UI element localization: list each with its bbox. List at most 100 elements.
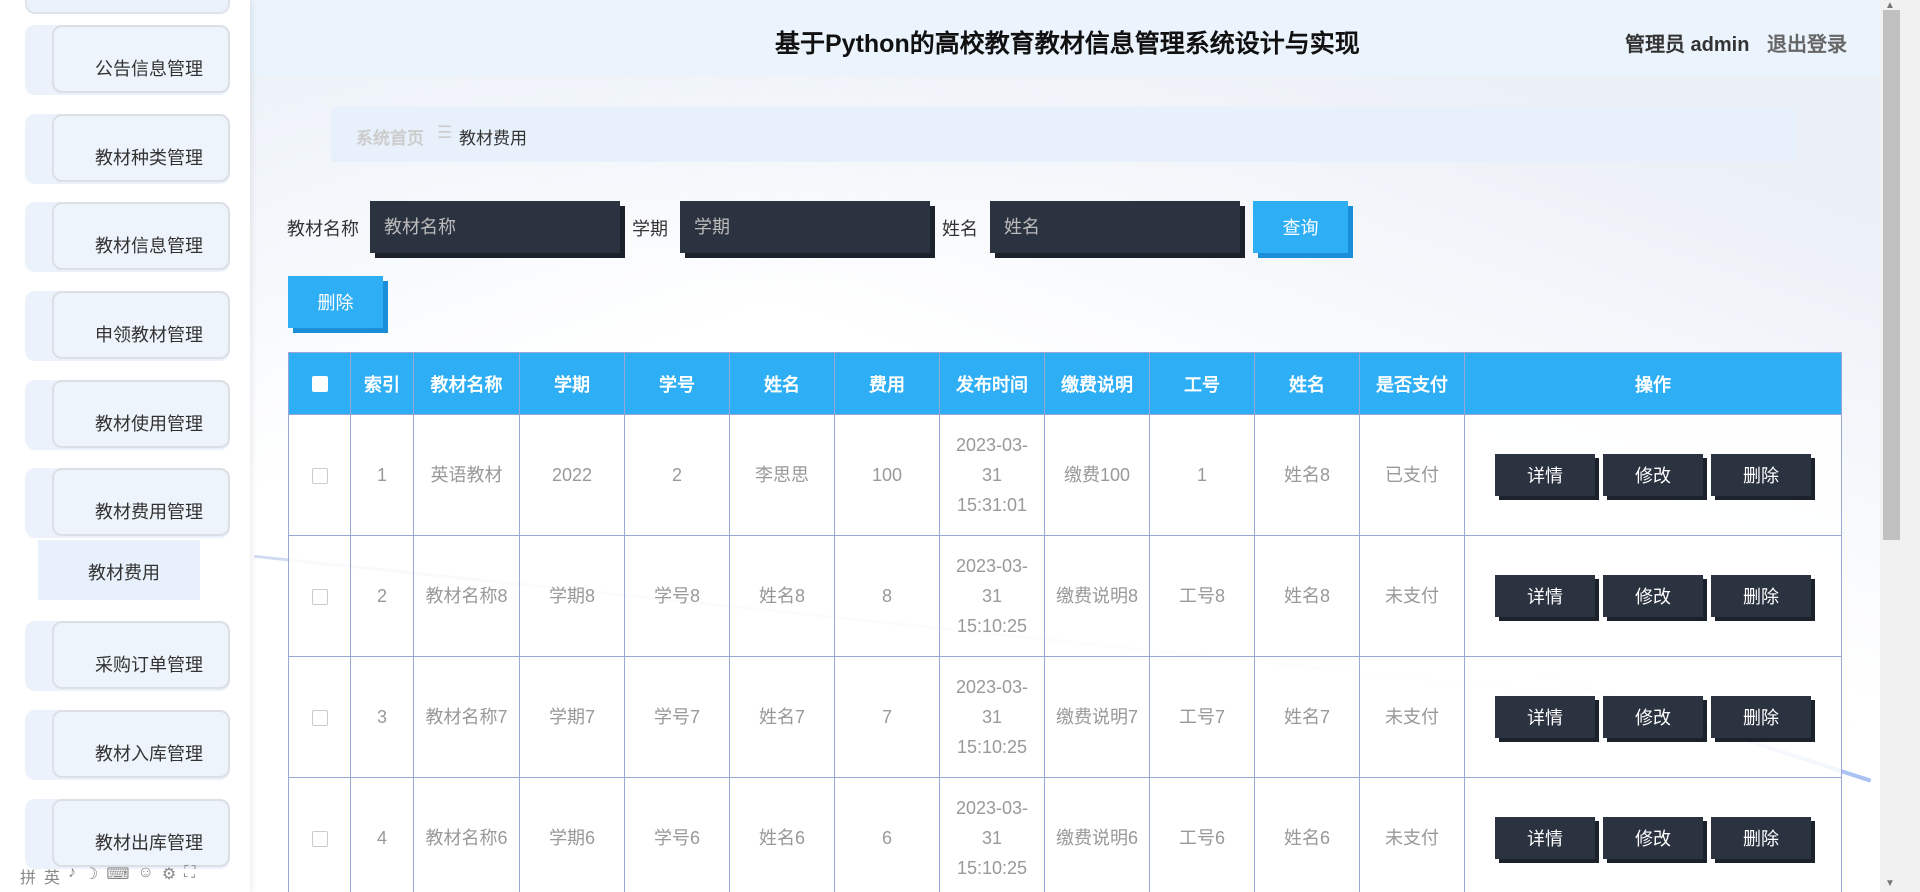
ime-icon[interactable]: ⌨	[106, 864, 129, 886]
detail-button[interactable]: 详情	[1495, 817, 1595, 859]
table-cell: 未支付	[1359, 535, 1465, 657]
column-header: 教材名称	[413, 352, 520, 415]
row-select-cell	[288, 414, 351, 536]
table-cell: 学号8	[624, 535, 730, 657]
row-select-cell	[288, 535, 351, 657]
column-header: 姓名	[729, 352, 835, 415]
table-cell: 未支付	[1359, 656, 1465, 778]
table-cell: 姓名6	[1254, 777, 1360, 892]
table-cell: 8	[834, 535, 940, 657]
ime-icon[interactable]: ⛶	[184, 864, 195, 886]
row-select-cell	[288, 777, 351, 892]
table-cell: 2023-03-31 15:10:25	[939, 535, 1045, 657]
table-cell: 4	[350, 777, 414, 892]
detail-button[interactable]: 详情	[1495, 696, 1595, 738]
delete-row-button[interactable]: 删除	[1711, 575, 1811, 617]
sidebar: 公告信息管理 教材种类管理 教材信息管理申领教材管理 教材使用管理教材费用管理 采购订单…	[0, 0, 250, 892]
table-cell: 1	[1149, 414, 1255, 536]
scrollbar-thumb[interactable]	[1883, 10, 1900, 540]
table-cell: 李思思	[729, 414, 835, 536]
delete-row-button[interactable]: 删除	[1711, 454, 1811, 496]
delete-button[interactable]: 删除	[288, 276, 383, 328]
search-input-name-wrap	[990, 201, 1240, 253]
row-actions-cell: 详情 修改 删除	[1464, 777, 1842, 892]
sidebar-item-label: 教材费用管理	[95, 502, 203, 522]
column-header: 索引	[350, 352, 414, 415]
table-cell: 工号8	[1149, 535, 1255, 657]
column-header: 学期	[519, 352, 625, 415]
sidebar-item-textbook-inbound[interactable]: 教材入库管理	[25, 710, 230, 780]
sidebar-item-purchase-order[interactable]: 采购订单管理	[25, 621, 230, 691]
table-cell: 2023-03-31 15:10:25	[939, 656, 1045, 778]
row-checkbox[interactable]	[311, 710, 328, 727]
ime-icon[interactable]: ⚙	[162, 864, 176, 886]
ime-icon[interactable]: ☺	[137, 864, 153, 886]
column-header: 缴费说明	[1044, 352, 1150, 415]
select-all-cell	[288, 352, 351, 415]
edit-button[interactable]: 修改	[1603, 454, 1703, 496]
row-checkbox[interactable]	[311, 468, 328, 485]
edit-button[interactable]: 修改	[1603, 575, 1703, 617]
logout-link[interactable]: 退出登录	[1767, 28, 1847, 57]
ime-icon[interactable]: 英	[44, 864, 60, 887]
breadcrumb: 系统首页 ☰ 教材费用	[331, 107, 1797, 162]
table-cell: 3	[350, 656, 414, 778]
table-cell: 教材名称8	[413, 535, 520, 657]
sidebar-item-textbook-info[interactable]: 教材信息管理	[25, 202, 230, 272]
search-input-name[interactable]	[990, 201, 1240, 253]
search-label-name: 姓名	[942, 219, 978, 239]
sidebar-item-apply-textbook[interactable]: 申领教材管理	[25, 291, 230, 361]
column-header: 是否支付	[1359, 352, 1465, 415]
sidebar-item-label: 教材出库管理	[95, 833, 203, 853]
table-cell: 100	[834, 414, 940, 536]
table-cell: 工号7	[1149, 656, 1255, 778]
sidebar-item-partial[interactable]	[25, 0, 230, 14]
ime-icon[interactable]: ♪	[68, 864, 76, 886]
table-cell: 工号6	[1149, 777, 1255, 892]
sidebar-item-textbook-fee[interactable]: 教材费用管理	[25, 468, 230, 538]
table-cell: 教材名称6	[413, 777, 520, 892]
sidebar-item-textbook-outbound[interactable]: 教材出库管理	[25, 799, 230, 869]
search-input-semester-wrap	[680, 201, 930, 253]
sidebar-item-notice[interactable]: 公告信息管理	[25, 25, 230, 95]
table-cell: 姓名8	[1254, 414, 1360, 536]
delete-row-button[interactable]: 删除	[1711, 817, 1811, 859]
ime-icon[interactable]: 拼	[20, 864, 36, 887]
edit-button[interactable]: 修改	[1603, 817, 1703, 859]
sidebar-item-textbook-type[interactable]: 教材种类管理	[25, 114, 230, 184]
search-label-textbook-name: 教材名称	[287, 219, 359, 239]
row-actions-cell: 详情 修改 删除	[1464, 656, 1842, 778]
sidebar-item-textbook-usage[interactable]: 教材使用管理	[25, 380, 230, 450]
delete-row-button[interactable]: 删除	[1711, 696, 1811, 738]
scroll-down-icon[interactable]: ▼	[1885, 878, 1895, 889]
row-checkbox[interactable]	[311, 589, 328, 606]
table-cell: 2023-03-31 15:31:01	[939, 414, 1045, 536]
scroll-up-icon[interactable]: ▲	[1885, 0, 1895, 11]
ime-icon[interactable]: ☽	[84, 864, 98, 886]
row-actions-cell: 详情 修改 删除	[1464, 414, 1842, 536]
sidebar-subitem-textbook-fee[interactable]: 教材费用	[38, 540, 200, 600]
table-cell: 已支付	[1359, 414, 1465, 536]
row-checkbox[interactable]	[311, 831, 328, 848]
sidebar-item-label: 采购订单管理	[95, 655, 203, 675]
edit-button[interactable]: 修改	[1603, 696, 1703, 738]
search-input-textbook-name[interactable]	[370, 201, 620, 253]
column-header: 操作	[1464, 352, 1842, 415]
table-cell: 姓名6	[729, 777, 835, 892]
search-input-semester[interactable]	[680, 201, 930, 253]
table-cell: 2022	[519, 414, 625, 536]
sidebar-item-label: 教材信息管理	[95, 236, 203, 256]
admin-label: 管理员 admin	[1625, 34, 1750, 56]
column-header: 学号	[624, 352, 730, 415]
select-all-checkbox[interactable]	[311, 376, 328, 393]
table-cell: 缴费100	[1044, 414, 1150, 536]
table-row: 2 教材名称8 学期8 学号8 姓名8 8 2023-03-31 15:10:25 缴费说明8…	[288, 535, 1842, 657]
breadcrumb-home[interactable]: 系统首页	[356, 124, 424, 149]
table-cell: 英语教材	[413, 414, 520, 536]
detail-button[interactable]: 详情	[1495, 454, 1595, 496]
sidebar-item-label: 公告信息管理	[95, 59, 203, 79]
column-header: 费用	[834, 352, 940, 415]
sidebar-item-label: 教材种类管理	[95, 148, 203, 168]
query-button[interactable]: 查询	[1253, 201, 1348, 253]
detail-button[interactable]: 详情	[1495, 575, 1595, 617]
